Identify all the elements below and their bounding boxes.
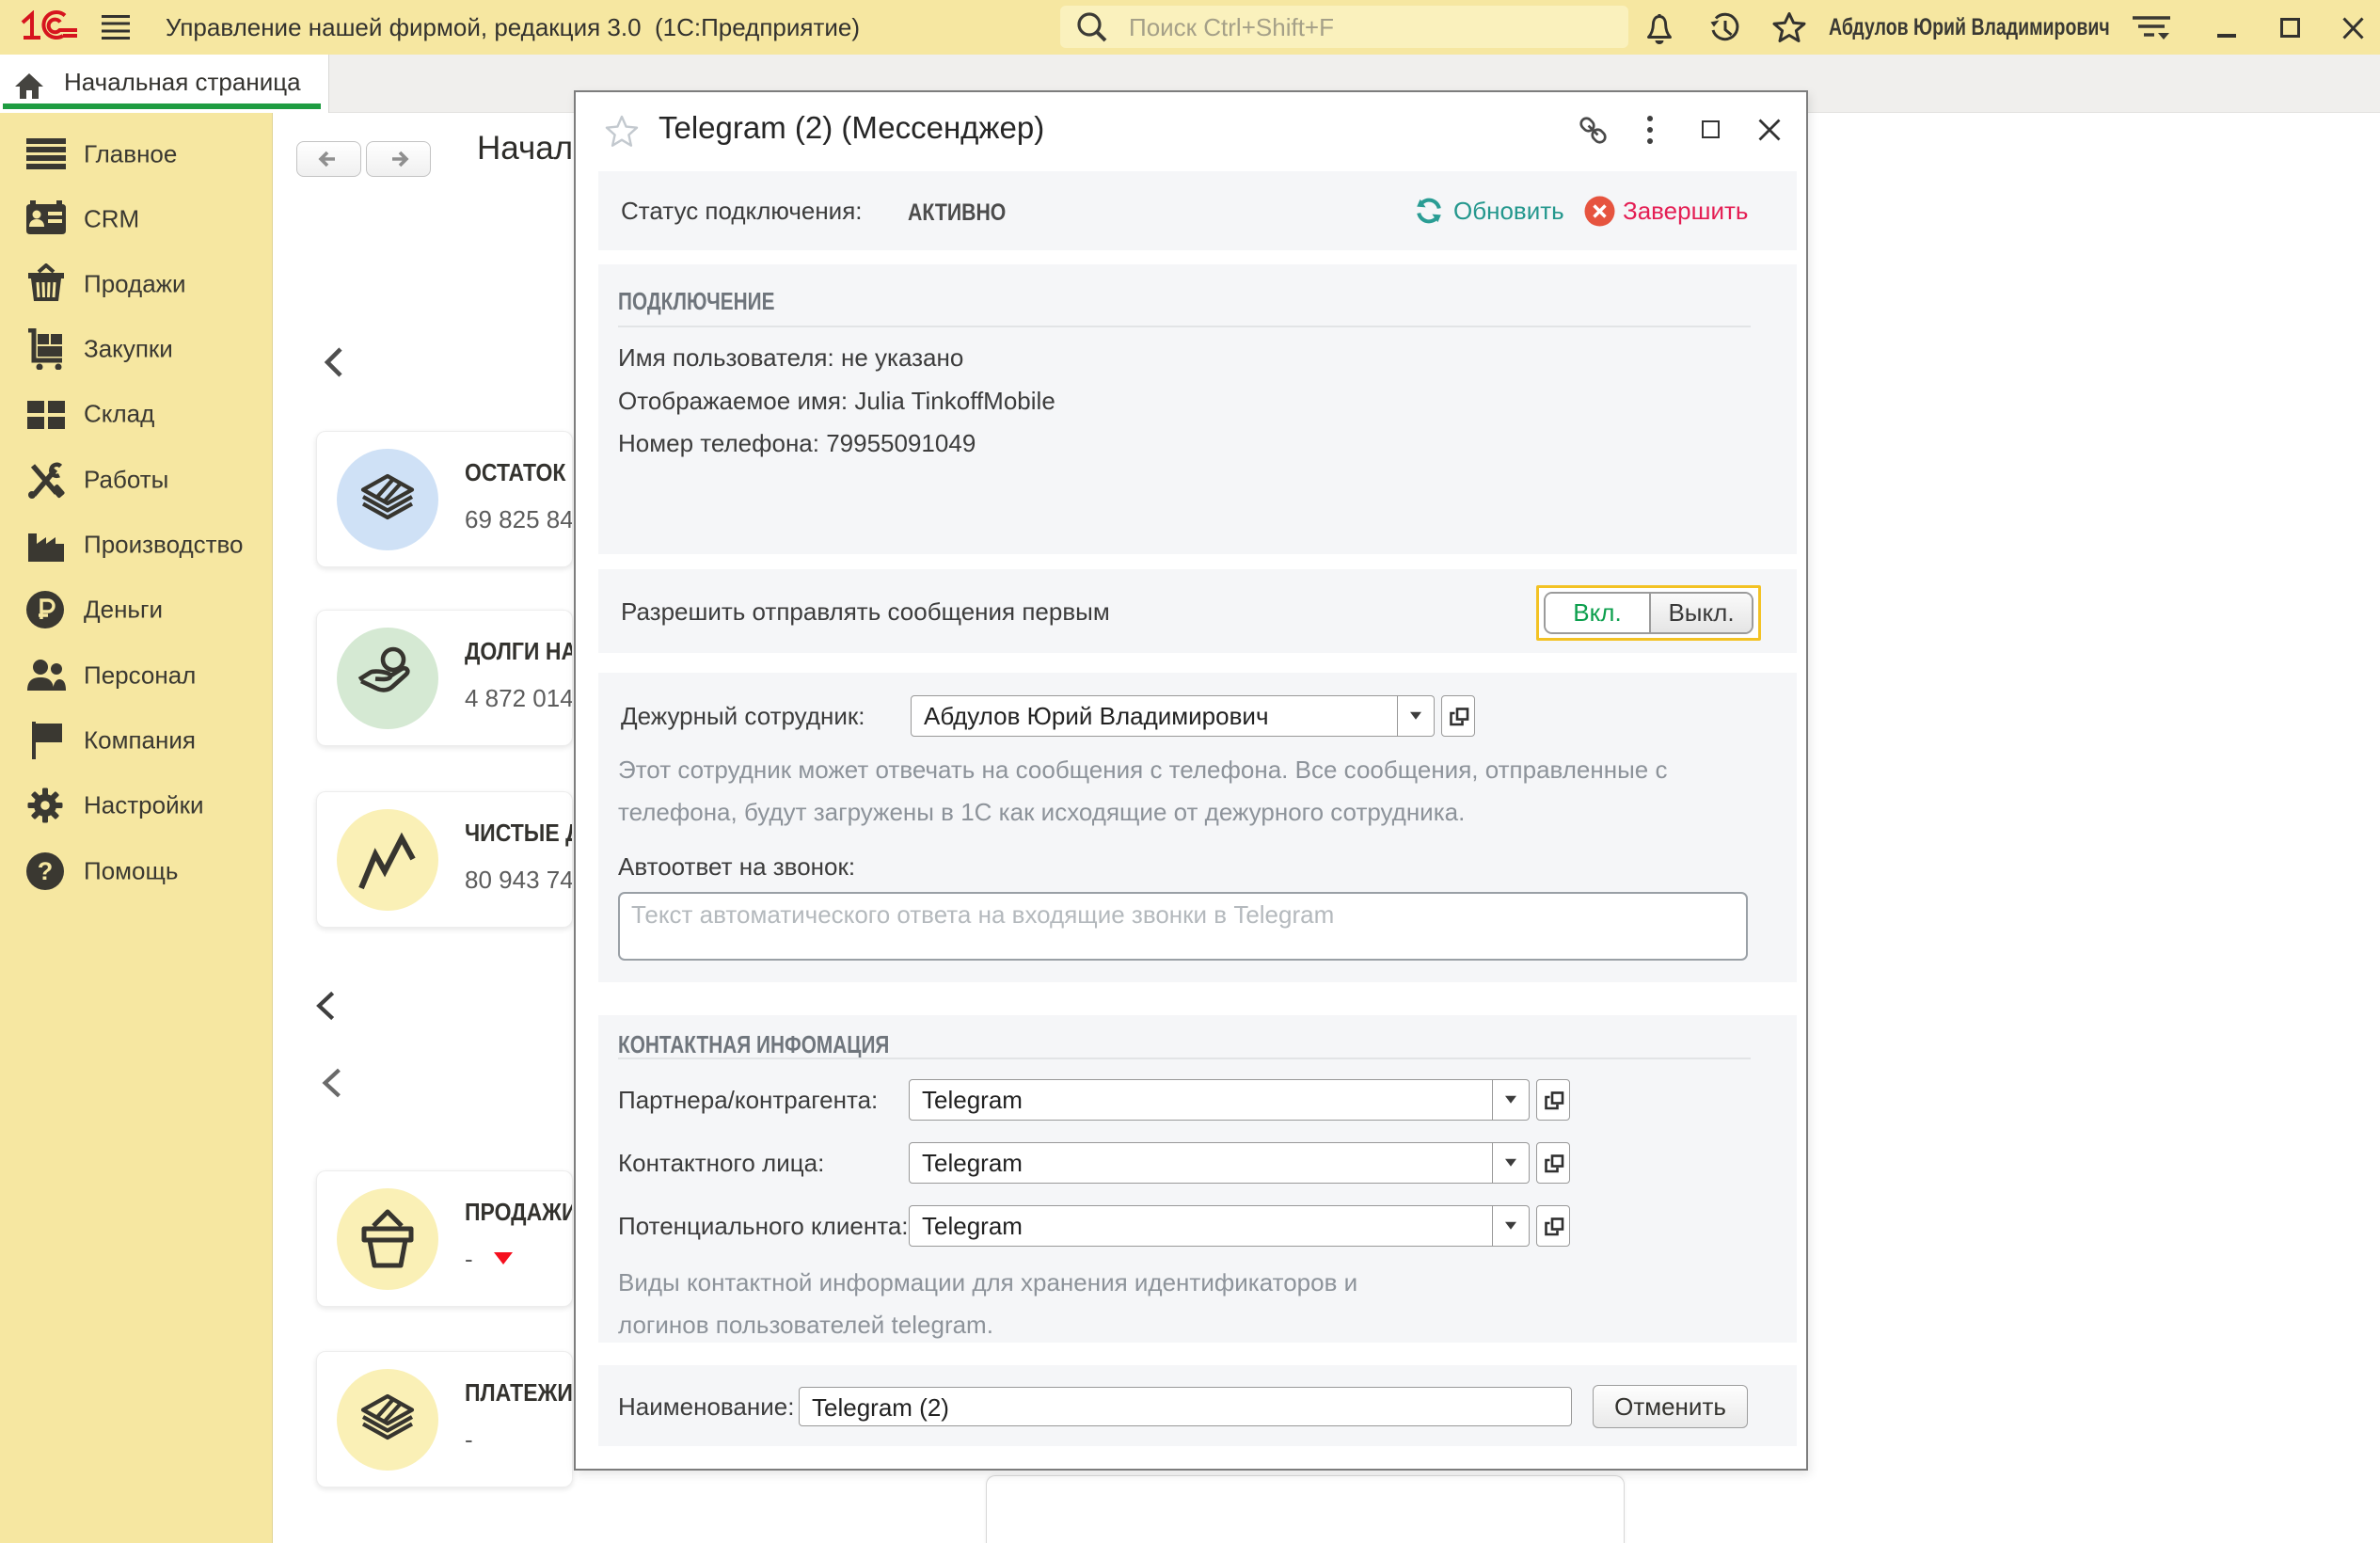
svg-text:?: ? (38, 857, 54, 885)
